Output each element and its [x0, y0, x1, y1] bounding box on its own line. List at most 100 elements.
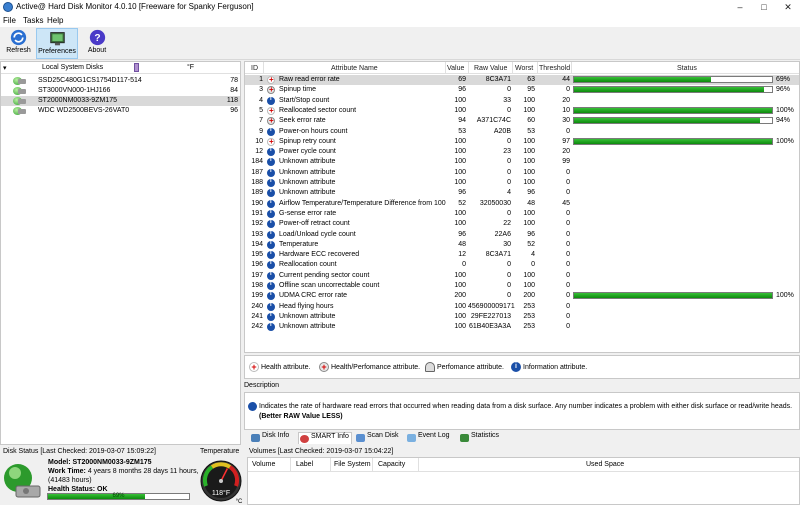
attribute-row[interactable]: 10 Spinup retry count 100 0 100 97 100% [245, 137, 799, 147]
attr-id: 194 [251, 240, 263, 248]
disk-name: SSD25C480G1CS1754D117-514 [38, 77, 142, 84]
attribute-row[interactable]: 197 Current pending sector count 100 0 100 0 [245, 271, 799, 281]
information-icon [248, 402, 257, 411]
attr-value: 12 [458, 251, 466, 259]
col-value[interactable]: Value [447, 65, 464, 72]
tab-smart-info[interactable]: SMART Info [298, 432, 352, 444]
attribute-row[interactable]: 196 Reallocation count 0 0 0 0 [245, 260, 799, 270]
attr-name: Unknown attribute [279, 189, 336, 197]
information-icon [267, 178, 275, 187]
close-button[interactable]: ✕ [776, 0, 800, 14]
attribute-row[interactable]: 7 Seek error rate 94 A371C74C 60 30 94% [245, 116, 799, 126]
attr-id: 242 [251, 323, 263, 331]
disk-item[interactable]: ST3000VN000-1HJ166 84 [1, 86, 240, 96]
attr-threshold: 0 [566, 240, 570, 248]
description-text: Indicates the rate of hardware read erro… [259, 403, 793, 410]
refresh-icon [10, 29, 27, 46]
attribute-row[interactable]: 189 Unknown attribute 96 4 96 0 [245, 188, 799, 198]
attribute-row[interactable]: 184 Unknown attribute 100 0 100 99 [245, 157, 799, 167]
attr-worst: 253 [523, 302, 535, 310]
attr-threshold: 0 [566, 179, 570, 186]
attr-worst: 100 [523, 282, 535, 289]
attr-value: 94 [458, 117, 466, 125]
attr-worst: 0 [531, 261, 535, 269]
menu-file[interactable]: File [3, 16, 16, 25]
attribute-row[interactable]: 187 Unknown attribute 100 0 100 0 [245, 168, 799, 178]
disk-item[interactable]: ST2000NM0033-9ZM175 118 [1, 96, 240, 106]
app-icon [3, 2, 13, 12]
attr-value: 100 [454, 168, 466, 176]
menu-bar: File Tasks Help [0, 14, 800, 27]
col-file-system[interactable]: File System [334, 461, 371, 468]
refresh-label: Refresh [6, 47, 31, 54]
refresh-button[interactable]: Refresh [2, 28, 35, 59]
attribute-row[interactable]: 242 Unknown attribute 10061B40E3A3A 253 0 [245, 322, 799, 332]
preferences-button[interactable]: Preferences [36, 28, 78, 59]
attribute-row[interactable]: 1 Raw read error rate 69 8C3A71 63 44 69% [245, 75, 799, 86]
attr-status-fill [574, 118, 761, 124]
attr-raw-value: 0 [507, 106, 511, 114]
attribute-row[interactable]: 199 UDMA CRC error rate 200 0 200 0 100% [245, 291, 799, 301]
col-id[interactable]: ID [251, 65, 258, 72]
menu-help[interactable]: Help [47, 16, 63, 25]
attr-name: Start/Stop count [279, 96, 330, 104]
disk-item[interactable]: SSD25C480G1CS1754D117-514 78 [1, 76, 240, 86]
attr-worst: 96 [527, 189, 535, 197]
maximize-button[interactable]: □ [752, 0, 776, 14]
attribute-row[interactable]: 4 Start/Stop count 100 33 100 20 [245, 96, 799, 106]
attribute-row[interactable]: 3 Spinup time 96 0 95 0 96% [245, 85, 799, 95]
tab-disk-info[interactable]: Disk Info [250, 432, 300, 444]
attribute-row[interactable]: 194 Temperature 48 30 52 0 [245, 240, 799, 250]
attribute-row[interactable]: 188 Unknown attribute 100 0 100 0 [245, 178, 799, 188]
attr-name: Raw read error rate [279, 76, 340, 83]
information-icon [267, 240, 275, 249]
col-volume[interactable]: Volume [252, 461, 275, 468]
attr-name: Power-off retract count [279, 220, 350, 228]
tab-scan-disk[interactable]: Scan Disk [355, 432, 399, 444]
legend-info-label: Information attribute. [523, 363, 588, 371]
minimize-button[interactable]: – [728, 0, 752, 14]
information-icon [267, 147, 275, 157]
attribute-row[interactable]: 192 Power-off retract count 100 22 100 0 [245, 219, 799, 229]
col-used-space[interactable]: Used Space [586, 461, 624, 468]
attr-status-percent: 100% [776, 292, 794, 300]
attribute-row[interactable]: 9 Power-on hours count 53 A20B 53 0 [245, 127, 799, 137]
preferences-icon [49, 32, 65, 46]
tab-statistics[interactable]: Statistics [459, 432, 509, 444]
attribute-row[interactable]: 5 Reallocated sector count 100 0 100 10 100% [245, 106, 799, 116]
about-button[interactable]: ? About [82, 28, 112, 59]
attribute-row[interactable]: 198 Offline scan uncorrectable count 100 0 1… [245, 281, 799, 291]
attribute-row[interactable]: 240 Head flying hours 100456900009171 253 0 [245, 302, 799, 312]
attr-name: Reallocated sector count [279, 106, 357, 114]
col-attribute-name[interactable]: Attribute Name [331, 65, 378, 72]
disk-temp: 96 [230, 107, 238, 114]
attribute-row[interactable]: 191 G-sense error rate 100 0 100 0 [245, 209, 799, 219]
attr-value: 100 [454, 158, 466, 166]
menu-tasks[interactable]: Tasks [23, 16, 43, 25]
disk-item[interactable]: WDC WD2500BEVS-26VAT0 96 [1, 106, 240, 116]
col-worst[interactable]: Worst [515, 65, 533, 72]
health-icon: + [249, 362, 259, 372]
attribute-row[interactable]: 12 Power cycle count 100 23 100 20 [245, 147, 799, 157]
disks-header-temp: °F [187, 64, 195, 71]
attr-raw-value: 0 [507, 137, 511, 145]
col-status[interactable]: Status [677, 65, 697, 72]
attribute-row[interactable]: 195 Hardware ECC recovered 12 8C3A71 4 0 [245, 250, 799, 260]
volumes-label: Volumes [Last Checked: 2019-03-07 15:04:… [249, 448, 394, 455]
attribute-row[interactable]: 241 Unknown attribute 100 29FE227013 253 0 [245, 312, 799, 322]
attr-id: 196 [251, 261, 263, 269]
disks-panel: ▾ Local System Disks °F SSD25C480G1CS175… [0, 61, 241, 445]
health-bar-label: 69% [112, 493, 125, 499]
col-raw-value[interactable]: Raw Value [474, 65, 507, 72]
col-threshold[interactable]: Threshold [539, 65, 570, 72]
col-label[interactable]: Label [296, 461, 313, 468]
attr-threshold: 0 [566, 230, 570, 238]
collapse-icon[interactable]: ▾ [3, 64, 7, 72]
legend-health-label: Health attribute. [261, 363, 311, 371]
attr-raw-value: 0 [507, 209, 511, 217]
attr-raw-value: 0 [507, 158, 511, 166]
tab-event-log[interactable]: Event Log [406, 432, 456, 444]
attribute-row[interactable]: 193 Load/Unload cycle count 96 22A6 96 0 [245, 230, 799, 240]
col-capacity[interactable]: Capacity [378, 461, 405, 468]
attribute-row[interactable]: 190 Airflow Temperature/Temperature Diffe… [245, 199, 799, 209]
